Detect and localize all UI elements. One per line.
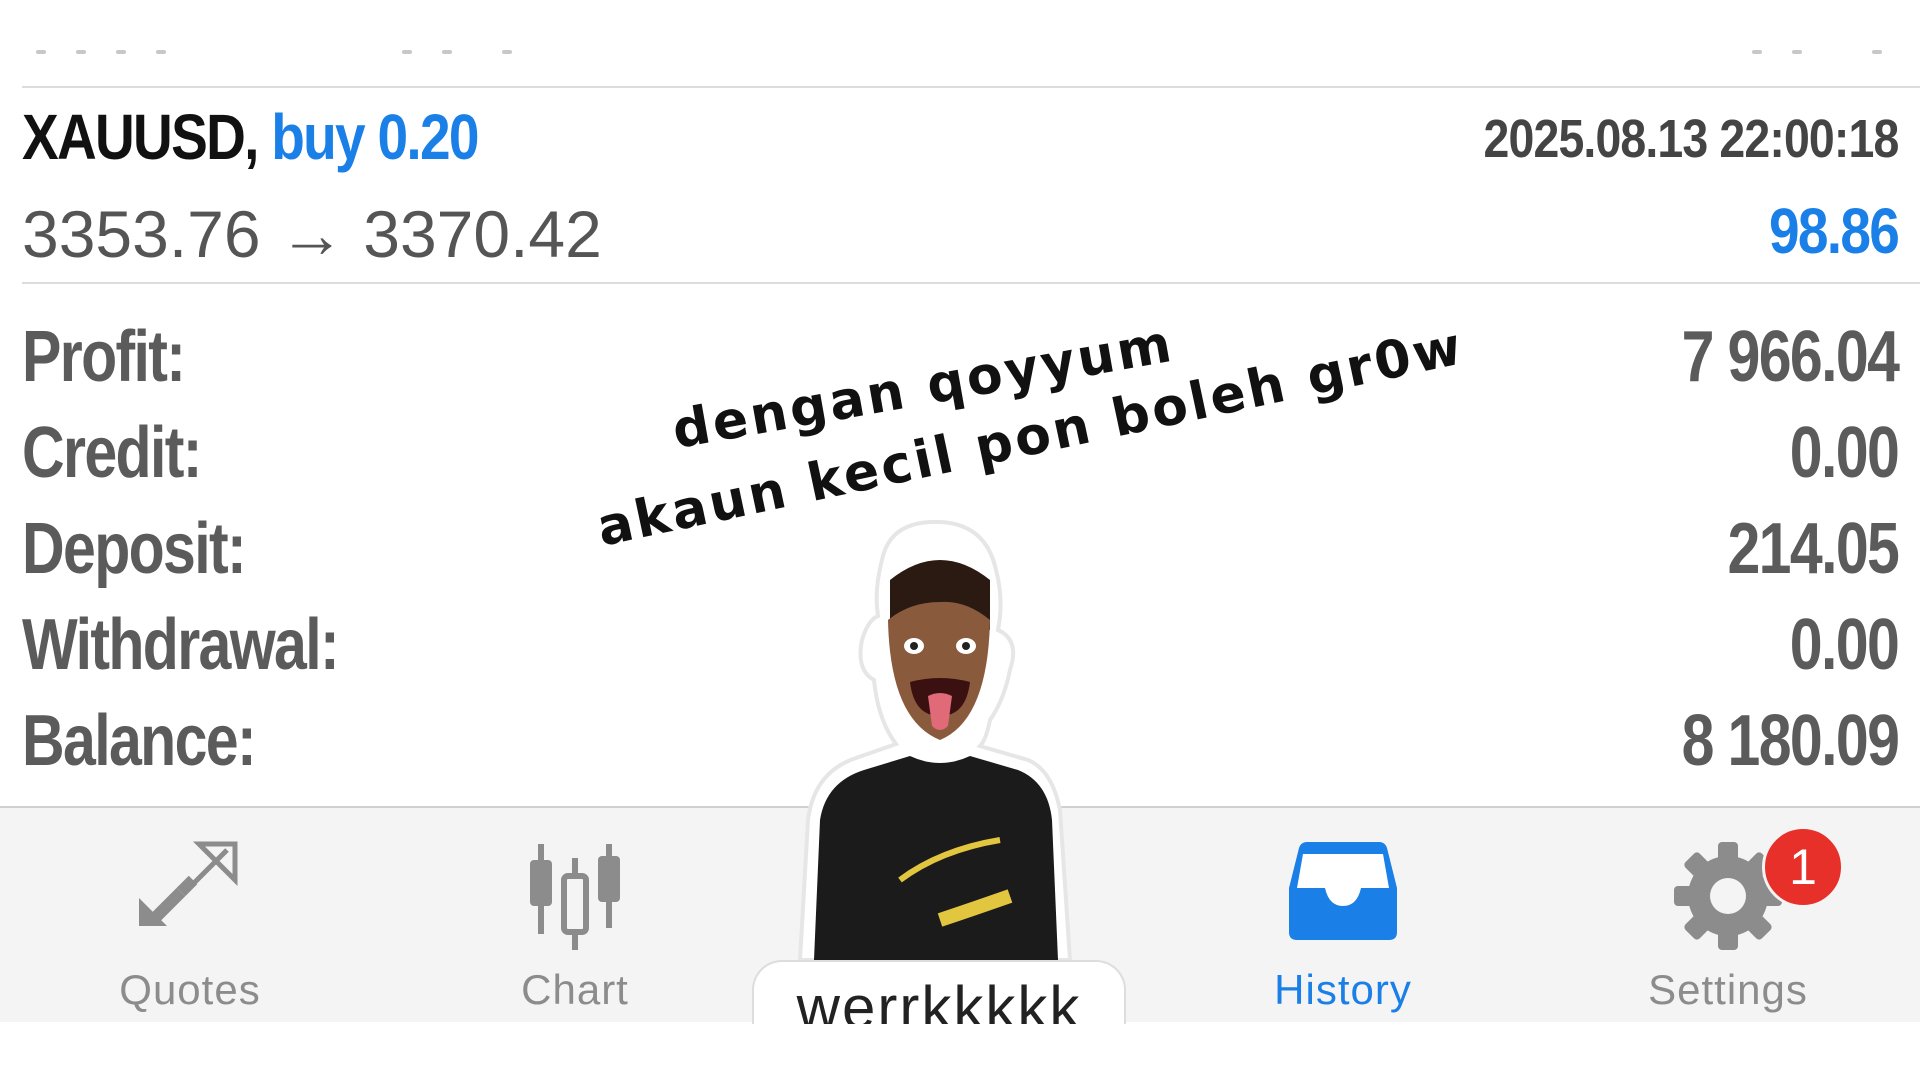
summary-label: Balance: <box>22 701 257 781</box>
arrow-icon: → <box>278 197 345 271</box>
summary-label: Profit: <box>22 317 186 397</box>
chart-icon <box>520 840 630 955</box>
tab-label: Chart <box>521 966 629 1013</box>
divider <box>22 86 1920 88</box>
previous-row-remnant <box>22 50 1902 58</box>
trade-symbol-line[interactable]: XAUUSD, buy 0.20 <box>22 100 479 174</box>
summary-value: 7 966.04 <box>1681 317 1899 397</box>
tab-label: History <box>1274 966 1412 1013</box>
tab-label: Settings <box>1648 966 1808 1013</box>
notification-badge: 1 <box>1762 826 1844 908</box>
person-sticker <box>790 519 1080 962</box>
open-price: 3353.76 <box>22 197 261 271</box>
trade-profit: 98.86 <box>1768 195 1900 267</box>
bottom-margin <box>0 1022 1920 1080</box>
trade-prices: 3353.76 → 3370.42 <box>22 196 602 272</box>
sticker-caption: werrkkkkk <box>752 960 1126 1024</box>
tab-chart[interactable]: Chart <box>425 808 725 1024</box>
summary-value: 0.00 <box>1789 413 1900 493</box>
trade-direction: buy 0.20 <box>271 101 479 173</box>
tab-quotes[interactable]: Quotes <box>40 808 340 1024</box>
summary-value: 214.05 <box>1727 509 1899 589</box>
summary-value: 8 180.09 <box>1681 701 1899 781</box>
summary-label: Credit: <box>22 413 202 493</box>
divider <box>22 282 1920 284</box>
quotes-icon <box>135 840 245 941</box>
trade-timestamp: 2025.08.13 22:00:18 <box>1483 109 1899 169</box>
summary-value: 0.00 <box>1789 605 1900 685</box>
tab-history[interactable]: History <box>1193 808 1493 1024</box>
close-price: 3370.42 <box>363 197 602 271</box>
trade-symbol: XAUUSD, <box>22 101 259 173</box>
summary-label: Withdrawal: <box>22 605 340 685</box>
tab-label: Quotes <box>119 966 261 1013</box>
history-icon <box>1287 840 1399 947</box>
summary-label: Deposit: <box>22 509 247 589</box>
